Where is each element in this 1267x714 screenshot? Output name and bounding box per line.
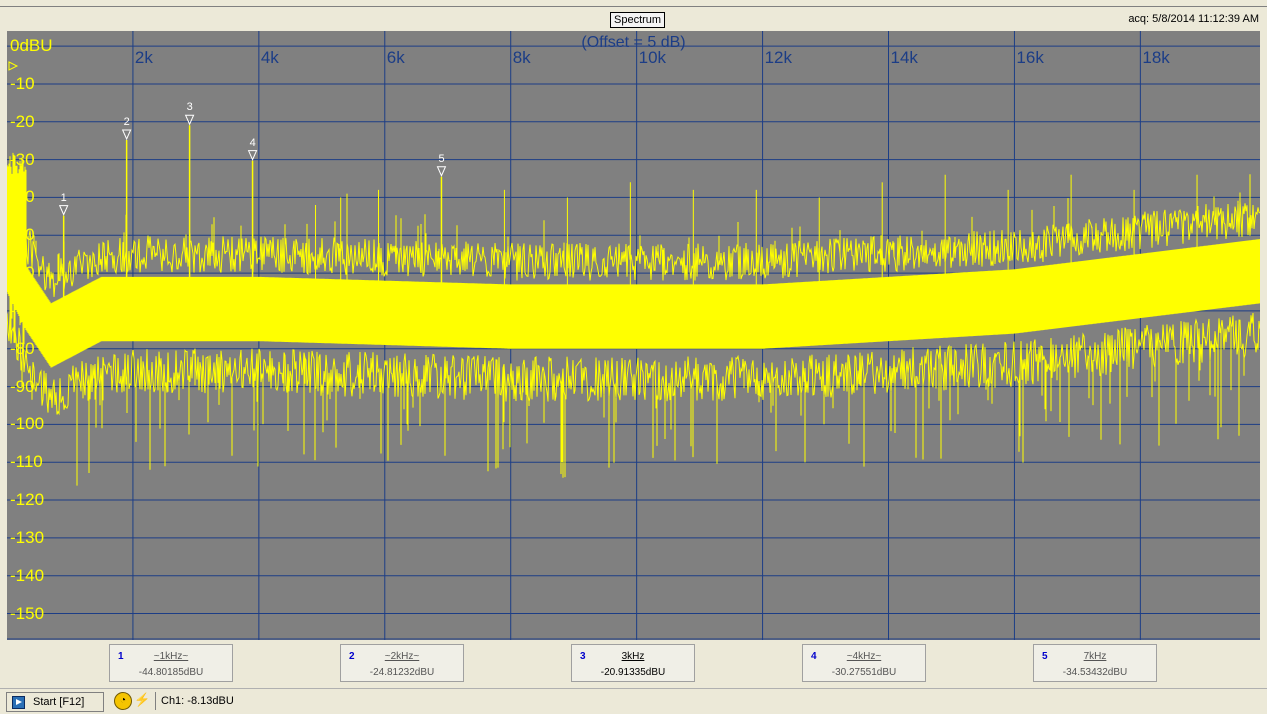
x-tick-label: 2k	[134, 48, 153, 67]
marker-readout-panel: 1 ~1kHz~ -44.80185dBU 2 ~2kHz~ -24.81232dBU 3 3…	[0, 640, 1267, 688]
marker-number: 1	[60, 191, 67, 204]
window-title-bar: Spectrum acq: 5/8/2014 11:12:39 AM	[0, 0, 1267, 30]
y-tick-label: -40	[10, 187, 35, 207]
acquisition-timestamp: acq: 5/8/2014 11:12:39 AM	[1128, 13, 1259, 25]
spectrum-plot[interactable]: (Offset = 5 dB) 2k 4k 6k 8k 10k 12k 14k 16k 18k …	[7, 31, 1260, 640]
x-tick-label: 16k	[1016, 48, 1044, 67]
x-tick-label: 4k	[260, 48, 279, 67]
x-tick-label: 10k	[638, 48, 667, 67]
y-tick-label: -50	[10, 225, 35, 245]
marker-readout-2[interactable]: 2 ~2kHz~ -24.81232dBU	[340, 644, 464, 682]
spectrum-svg[interactable]	[7, 31, 1260, 640]
y-tick-label: -150	[10, 603, 45, 623]
marker-readout-value: -34.53432dBU	[1062, 667, 1128, 678]
marker-readout-3[interactable]: 3 3kHz -20.91335dBU	[571, 644, 695, 682]
x-tick-label: 6k	[386, 48, 405, 67]
marker-readout-value: -44.80185dBU	[138, 667, 204, 678]
marker-triangle	[121, 129, 132, 141]
probe-icon[interactable]: ⚡	[134, 692, 150, 708]
marker-number: 5	[438, 152, 445, 165]
marker-number: 2	[123, 115, 130, 128]
marker-readout-frequency: ~1kHz~	[153, 651, 189, 662]
x-tick-label: 8k	[512, 48, 531, 67]
marker-number: 3	[186, 101, 193, 114]
y-tick-label: -60	[10, 263, 35, 283]
start-button-label: Start [F12]	[33, 696, 85, 708]
x-tick-label: 14k	[890, 48, 918, 67]
y-tick-label: -140	[10, 565, 45, 585]
start-button[interactable]: Start [F12]	[6, 692, 104, 712]
marker-readout-4[interactable]: 4 ~4kHz~ -30.27551dBU	[802, 644, 926, 682]
x-tick-label: 12k	[764, 48, 792, 67]
marker-triangle	[58, 205, 69, 216]
marker-readout-frequency: 7kHz	[1083, 651, 1107, 662]
marker-readout-frequency: ~4kHz~	[846, 651, 882, 662]
gauge-icon[interactable]: ◔	[114, 692, 132, 710]
title-bar-divider	[0, 6, 1267, 7]
x-tick-label: 18k	[1142, 48, 1170, 67]
marker-number: 4	[249, 136, 256, 149]
y-tick-label: -30	[10, 149, 35, 169]
status-bar: Start [F12] ◔ ⚡ Ch1: -8.13dBU	[0, 688, 1267, 714]
marker-readout-frequency: ~2kHz~	[384, 651, 420, 662]
marker-readout-5[interactable]: 5 7kHz -34.53432dBU	[1033, 644, 1157, 682]
marker-triangle	[184, 114, 195, 126]
y-tick-label: -80	[10, 338, 35, 358]
marker-triangle	[247, 150, 258, 161]
y-tick-label: -70	[10, 300, 35, 320]
play-icon	[12, 696, 25, 709]
marker-readout-value: -30.27551dBU	[831, 667, 897, 678]
y-tick-label: -10	[10, 73, 35, 93]
y-tick-label: -110	[10, 452, 43, 472]
y-tick-label: -120	[10, 490, 45, 510]
y-tick-label: -90	[10, 376, 35, 396]
y-tick-label: -130	[10, 527, 45, 547]
y-tick-label: -20	[10, 111, 35, 131]
reference-pointer-icon	[8, 61, 19, 71]
window-title[interactable]: Spectrum	[610, 12, 666, 28]
marker-readout-value: -24.81232dBU	[369, 667, 435, 678]
marker-readout-value: -20.91335dBU	[600, 667, 666, 678]
marker-triangle	[436, 166, 447, 177]
y-tick-label: 0dBU	[10, 36, 53, 56]
y-tick-label: -100	[10, 414, 45, 434]
channel-readout: Ch1: -8.13dBU	[155, 692, 234, 710]
offset-label: (Offset = 5 dB)	[581, 34, 686, 51]
marker-readout-1[interactable]: 1 ~1kHz~ -44.80185dBU	[109, 644, 233, 682]
marker-readout-frequency: 3kHz	[621, 651, 645, 662]
